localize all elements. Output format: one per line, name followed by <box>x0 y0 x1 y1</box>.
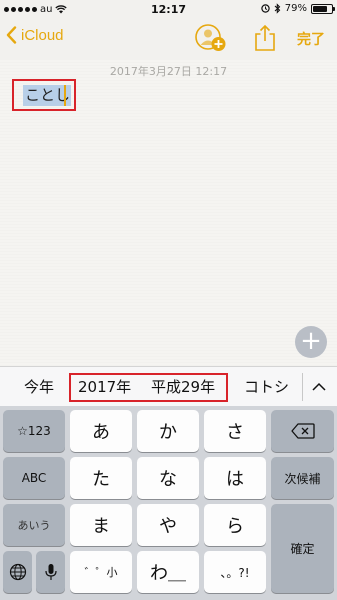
add-icon[interactable]: + <box>295 326 327 358</box>
key-kana[interactable]: あいう <box>3 504 65 546</box>
candidate-4[interactable]: コトシ <box>244 367 289 407</box>
note-editor[interactable]: 2017年3月27日 12:17 ことし + <box>0 60 337 366</box>
battery-fill <box>313 5 328 12</box>
key-abc[interactable]: ABC <box>3 457 65 499</box>
text-cursor <box>64 85 66 106</box>
globe-icon[interactable] <box>3 551 32 593</box>
key-sa[interactable]: さ <box>204 410 266 452</box>
key-numbers[interactable]: ☆123 <box>3 410 65 452</box>
backspace-glyph <box>290 423 315 439</box>
candidate-3[interactable]: 平成29年 <box>151 367 215 407</box>
mic-glyph <box>44 564 57 580</box>
delete-icon[interactable] <box>271 410 334 452</box>
next-candidate-button[interactable]: 次候補 <box>271 457 334 499</box>
key-ma[interactable]: ま <box>70 504 132 546</box>
status-bar: au 12:17 79% <box>0 0 337 20</box>
key-ha[interactable]: は <box>204 457 266 499</box>
confirm-button[interactable]: 確定 <box>271 504 334 593</box>
key-a[interactable]: あ <box>70 410 132 452</box>
nav-bar: iCloud 完了 <box>0 20 337 60</box>
key-wa[interactable]: わ＿ <box>137 551 199 593</box>
back-label: iCloud <box>21 26 64 44</box>
share-icon[interactable] <box>252 24 278 52</box>
status-right: 79% <box>261 3 335 14</box>
done-button[interactable]: 完了 <box>297 29 325 49</box>
globe-glyph <box>9 563 26 581</box>
chevron-left-icon <box>6 26 17 44</box>
chevron-up-icon[interactable] <box>308 377 330 397</box>
key-ka[interactable]: か <box>137 410 199 452</box>
candidate-bar: 今年 2017年 平成29年 コトシ <box>0 366 337 406</box>
highlight-box: ことし <box>12 79 76 111</box>
key-ra[interactable]: ら <box>204 504 266 546</box>
note-date: 2017年3月27日 12:17 <box>109 65 228 78</box>
bluetooth-icon <box>274 3 281 14</box>
candidate-1[interactable]: 今年 <box>24 367 54 407</box>
battery-icon <box>311 3 335 14</box>
microphone-icon[interactable] <box>36 551 65 593</box>
battery-percent: 79% <box>284 3 307 14</box>
alarm-icon <box>261 4 270 13</box>
add-people-icon[interactable] <box>194 22 228 54</box>
candidate-divider <box>302 373 303 401</box>
key-ya[interactable]: や <box>137 504 199 546</box>
key-na[interactable]: な <box>137 457 199 499</box>
keyboard: ☆123 ABC あいう あ か さ た な は ま や ら ゛゜小 わ＿ 、。… <box>0 406 337 600</box>
key-ta[interactable]: た <box>70 457 132 499</box>
key-punctuation[interactable]: 、。?! <box>204 551 266 593</box>
key-dakuten[interactable]: ゛゜小 <box>70 551 132 593</box>
candidate-2[interactable]: 2017年 <box>78 367 131 407</box>
back-button[interactable]: iCloud <box>6 26 64 44</box>
